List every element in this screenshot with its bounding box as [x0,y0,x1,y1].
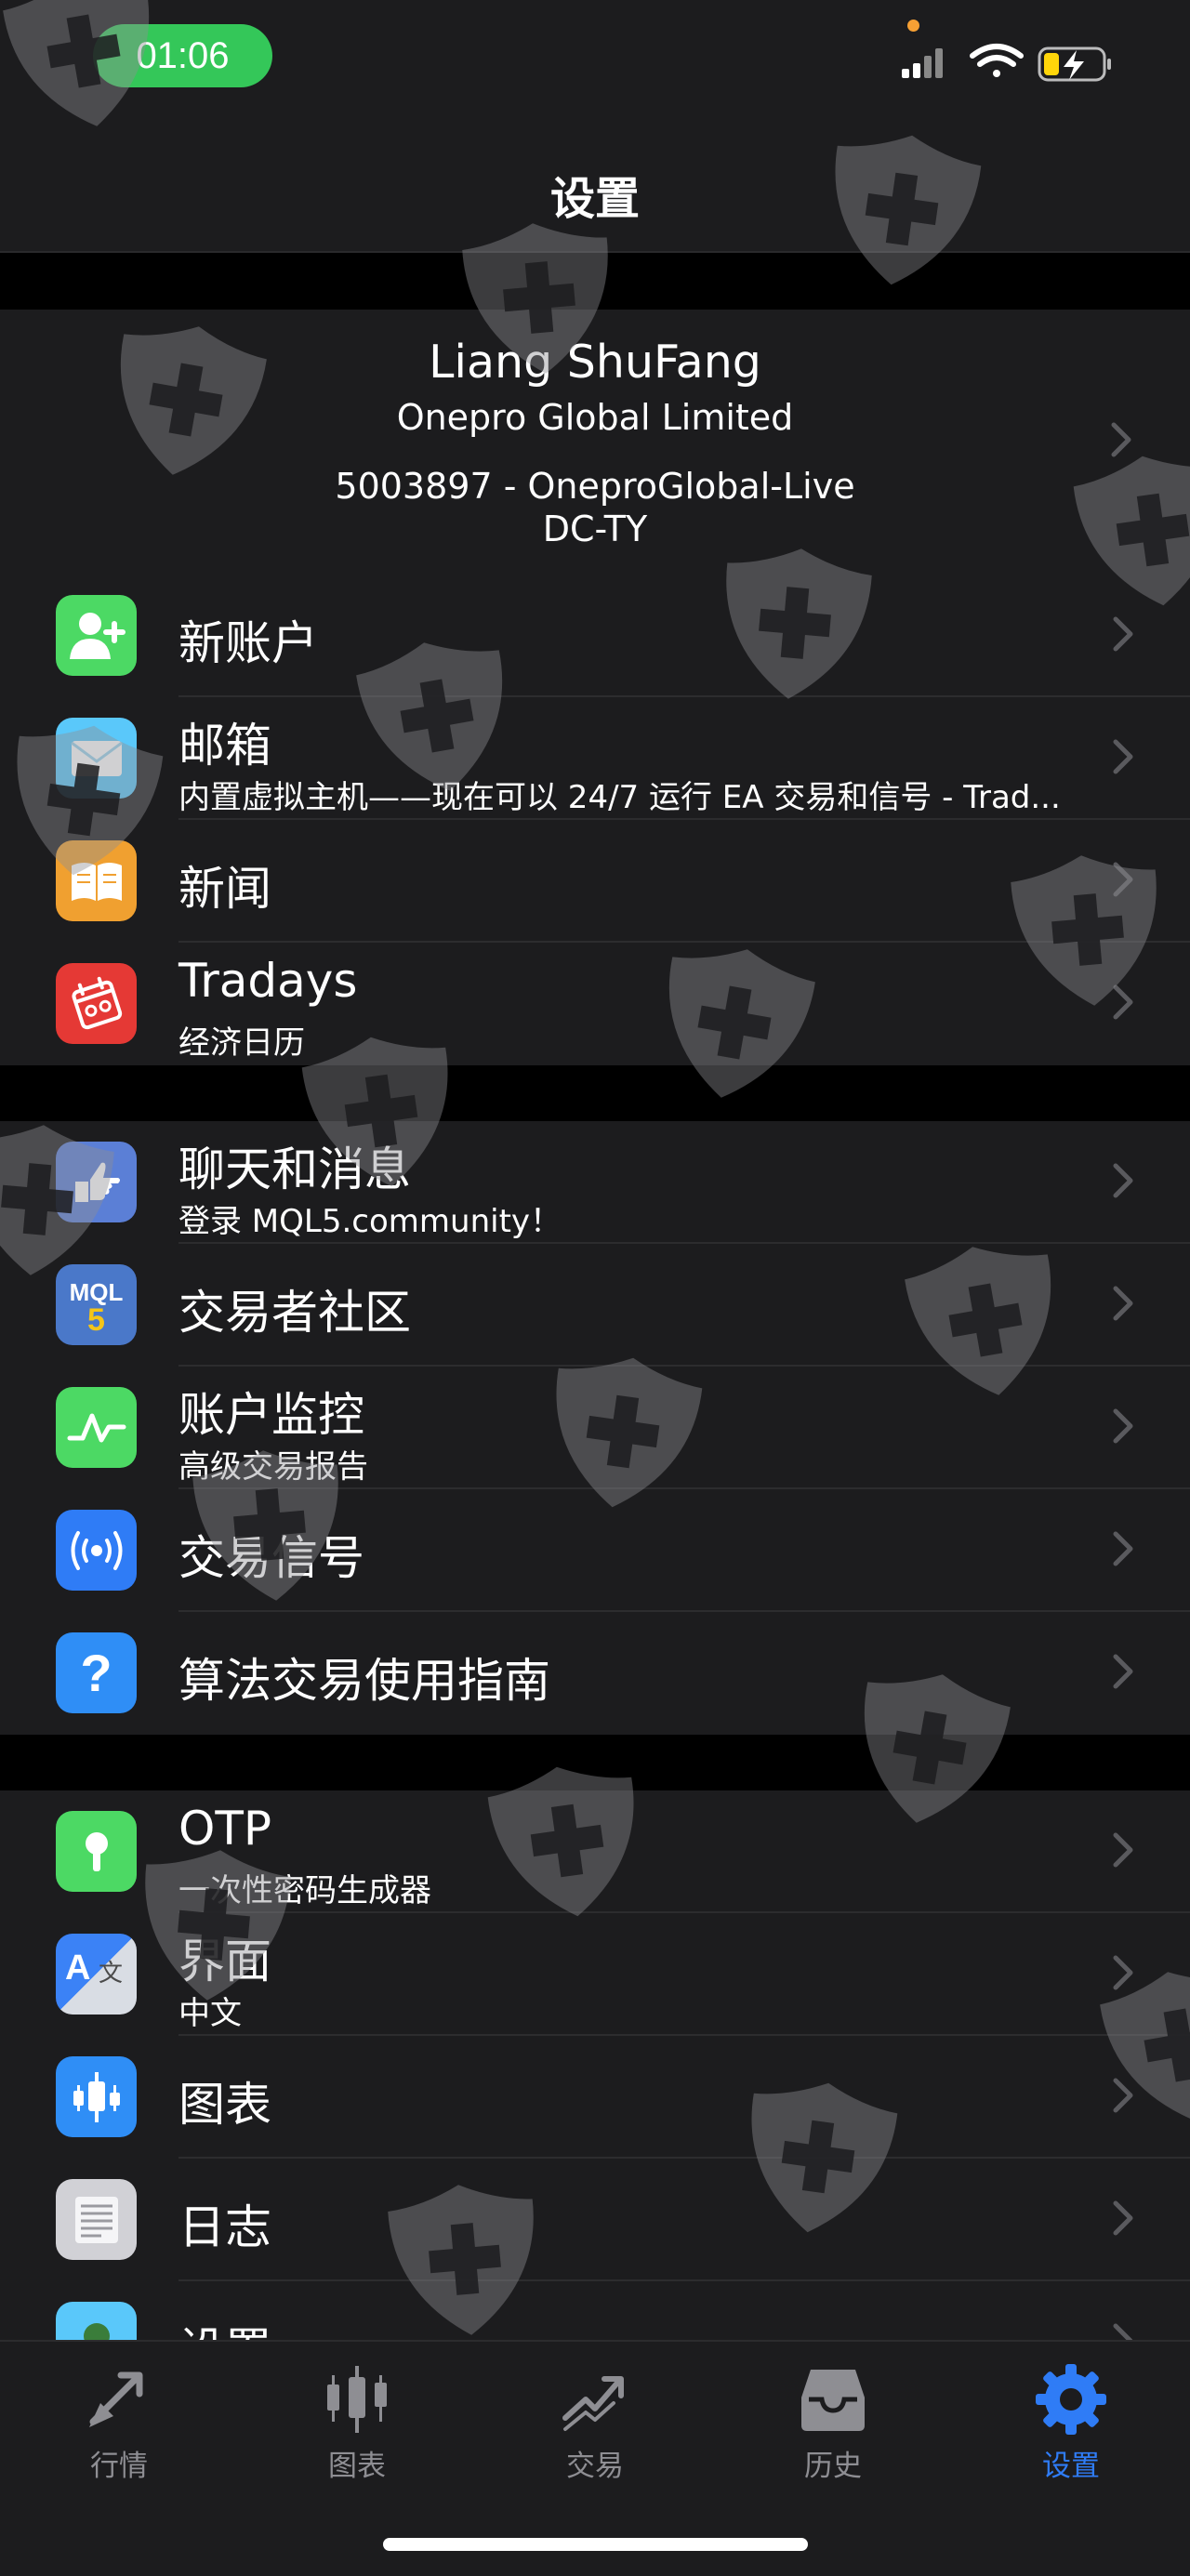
question-icon-glyph: ? [80,1644,112,1702]
tab-settings[interactable]: 设置 [987,2362,1155,2484]
chevron-right-icon [1113,1955,1133,1990]
candlestick-icon [56,2056,137,2137]
language-icon: A 文 [56,1934,137,2015]
row-mailbox[interactable]: 邮箱 内置虚拟主机——现在可以 24/7 运行 EA 交易和信号 - Trad.… [0,697,1190,820]
tab-label: 图表 [328,2450,386,2483]
row-label: 界面 [178,1935,271,1988]
row-chat[interactable]: 聊天和消息 登录 MQL5.community！ [0,1121,1190,1244]
language-icon-cjk: 文 [99,1960,124,1988]
mail-icon [56,718,137,799]
quotes-arrows-icon [89,2371,143,2427]
chevron-right-icon [1113,1531,1133,1566]
add-user-icon [56,595,137,676]
row-interface[interactable]: A 文 界面 中文 [0,1913,1190,2036]
row-label: 日志 [178,2200,271,2254]
section-accounts: 新账户 邮箱 内置虚拟主机——现在可以 24/7 运行 EA 交易和信号 - T… [0,575,1190,1065]
cellular-signal-icon [902,48,943,78]
row-subtitle: 登录 MQL5.community！ [178,1203,562,1240]
chevron-right-icon [1113,1832,1133,1868]
tab-label: 历史 [804,2450,862,2483]
tab-trade[interactable]: 交易 [511,2362,679,2484]
trade-trend-icon [562,2376,624,2431]
chevron-right-icon [1113,1654,1133,1689]
row-charts[interactable]: 图表 [0,2036,1190,2159]
row-label: 交易信号 [178,1531,364,1585]
row-label: 算法交易使用指南 [178,1654,550,1708]
mic-indicator-icon [907,20,919,32]
row-otp[interactable]: OTP 一次性密码生成器 [0,1790,1190,1913]
book-icon [56,840,137,921]
row-trading-signals[interactable]: 交易信号 [0,1489,1190,1612]
row-news[interactable]: 新闻 [0,820,1190,943]
row-label: 聊天和消息 [178,1143,411,1196]
account-server: DC-TY [542,509,648,549]
log-icon [56,2179,137,2260]
chevron-right-icon [1113,1163,1133,1198]
chart-candles-icon [327,2366,387,2433]
row-label: OTP [178,1802,272,1856]
chevron-right-icon [1113,1286,1133,1321]
status-icons [902,44,1111,82]
chevron-right-icon [1113,2078,1133,2113]
language-icon-latin: A [65,1949,91,1988]
row-trader-community[interactable]: MQL 5 交易者社区 [0,1244,1190,1367]
chevron-right-icon [1111,422,1131,457]
chevron-right-icon [1113,1408,1133,1444]
tab-charts[interactable]: 图表 [273,2362,441,2484]
monitoring-icon [56,1387,137,1468]
question-icon: ? [56,1632,137,1713]
row-subtitle: 高级交易报告 [178,1448,368,1486]
section-settings: OTP 一次性密码生成器 A 文 界面 中文 图表 日志 设置 [0,1790,1190,2348]
account-number: 5003897 - OneproGlobal-Live [335,466,855,507]
tab-label: 设置 [1042,2450,1100,2483]
row-label: 账户监控 [178,1388,364,1442]
account-card[interactable]: Liang ShuFang Onepro Global Limited 5003… [0,310,1190,575]
row-subtitle: 中文 [178,1995,242,2032]
account-company: Onepro Global Limited [396,397,794,438]
chevron-right-icon [1113,984,1133,1020]
nav-header: 设置 [0,130,1190,253]
row-subtitle: 内置虚拟主机——现在可以 24/7 运行 EA 交易和信号 - Trad... [178,779,1061,816]
section-community: 聊天和消息 登录 MQL5.community！ MQL 5 交易者社区 账户监… [0,1121,1190,1735]
battery-charging-icon [1038,46,1111,82]
page-title: 设置 [549,173,640,225]
mql5-icon: MQL 5 [56,1264,137,1345]
row-label: Tradays [178,954,358,1008]
row-settings[interactable]: 设置 [0,2281,1190,2348]
wifi-icon [970,44,1024,77]
row-tradays[interactable]: Tradays 经济日历 [0,943,1190,1065]
settings-gear-icon [1036,2364,1106,2435]
row-account-monitoring[interactable]: 账户监控 高级交易报告 [0,1367,1190,1489]
signal-broadcast-icon [56,1510,137,1591]
calendar-icon [56,963,137,1044]
chat-hand-icon [56,1142,137,1222]
row-label: 新闻 [178,862,271,916]
account-name: Liang ShuFang [429,336,761,389]
row-label: 图表 [178,2078,271,2132]
row-label: 新账户 [178,616,318,670]
key-icon [56,1811,137,1892]
chevron-right-icon [1113,739,1133,774]
row-label: 邮箱 [178,719,271,773]
status-bar: 01:06 [0,0,1190,130]
chevron-right-icon [1113,616,1133,652]
history-inbox-icon [801,2370,865,2431]
mql5-icon-text: MQL [69,1277,124,1306]
tab-quotes[interactable]: 行情 [35,2362,203,2484]
home-indicator[interactable] [383,2538,808,2551]
tab-label: 行情 [90,2450,148,2483]
tab-history[interactable]: 历史 [749,2362,917,2484]
chevron-right-icon [1113,2200,1133,2236]
chevron-right-icon [1113,862,1133,897]
row-journal[interactable]: 日志 [0,2159,1190,2281]
row-algo-guide[interactable]: ? 算法交易使用指南 [0,1612,1190,1735]
mql5-icon-digit: 5 [87,1301,105,1338]
row-new-account[interactable]: 新账户 [0,575,1190,697]
row-label: 交易者社区 [178,1286,411,1340]
status-time: 01:06 [93,24,272,87]
row-subtitle: 一次性密码生成器 [178,1872,431,1909]
tab-label: 交易 [566,2450,624,2483]
row-subtitle: 经济日历 [178,1024,305,1062]
